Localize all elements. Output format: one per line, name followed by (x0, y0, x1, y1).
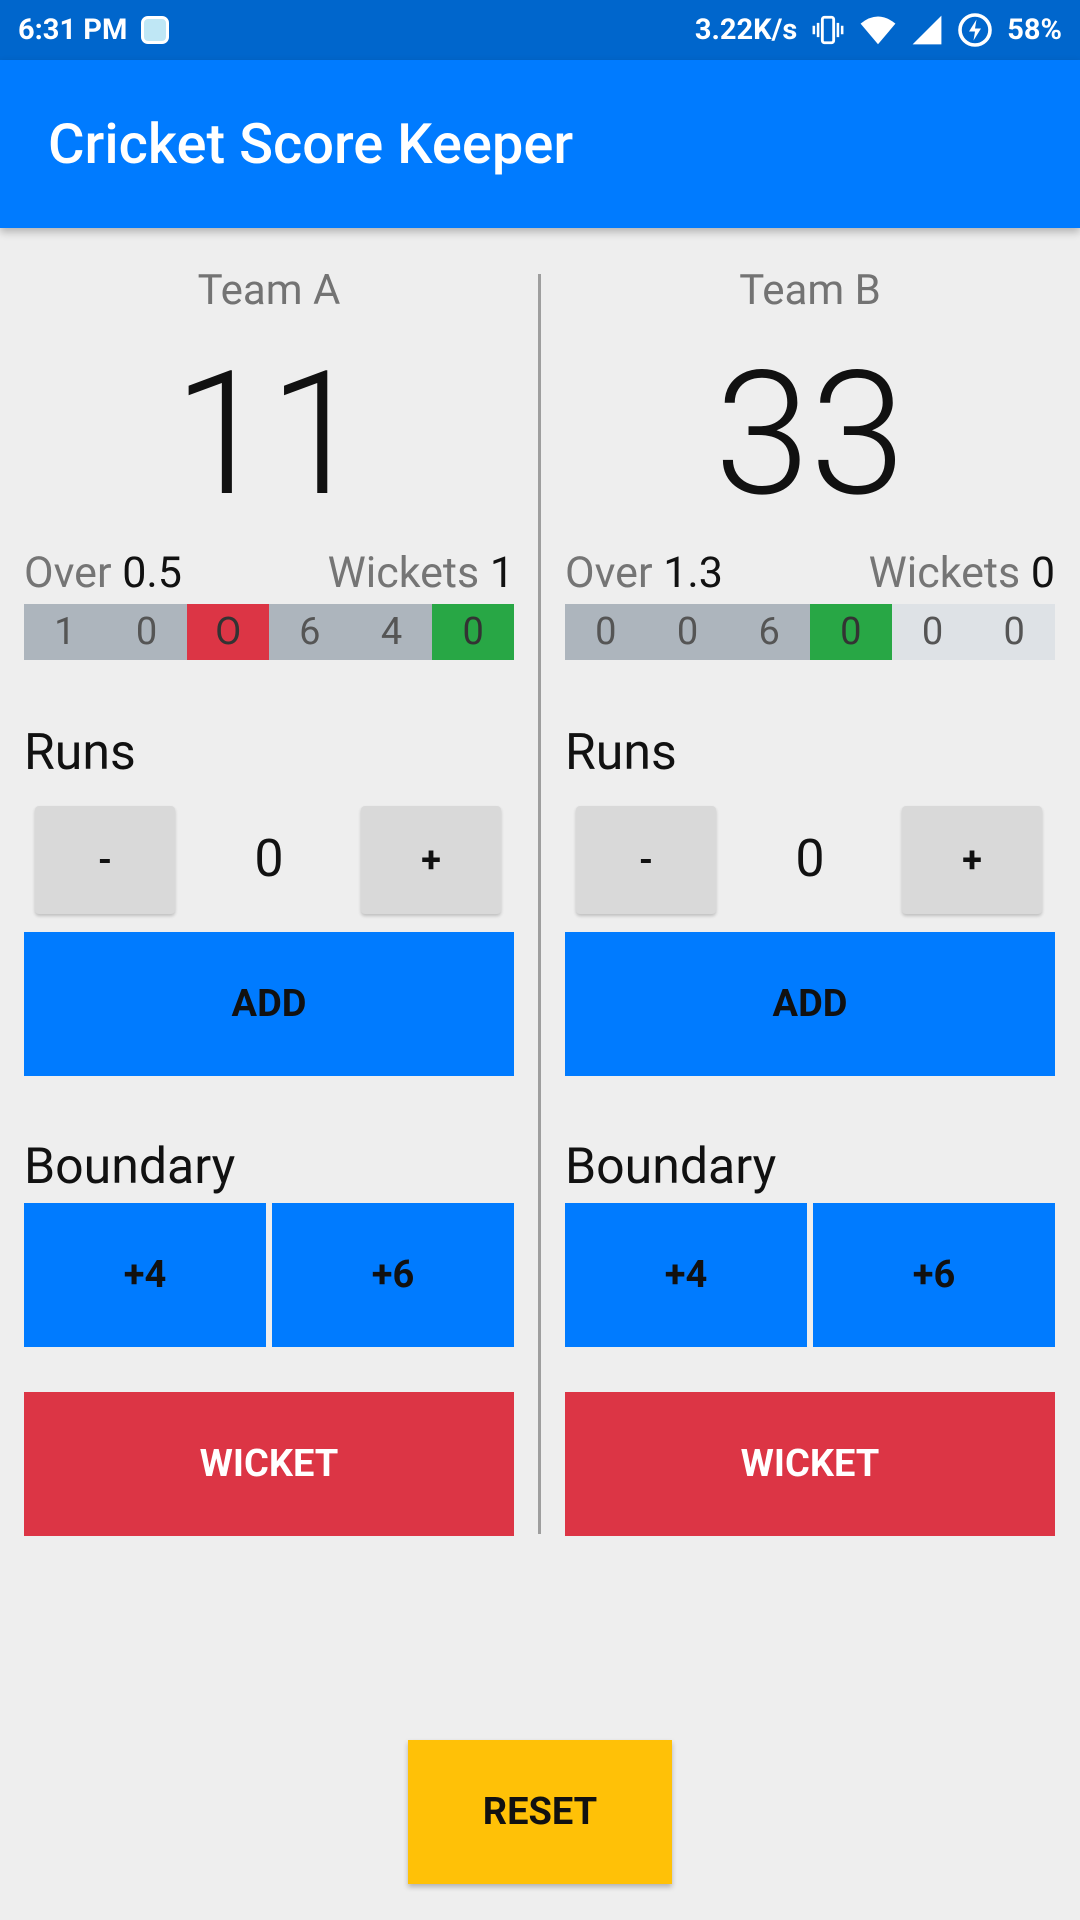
ball-history: 10O640 (24, 604, 515, 660)
team-divider (538, 274, 541, 1534)
runs-increment-button[interactable]: + (902, 806, 1042, 914)
status-bar-right: 3.22K/s 58% (695, 12, 1062, 48)
runs-decrement-button[interactable]: - (35, 806, 175, 914)
ball-cell: 6 (269, 604, 351, 660)
signal-icon (911, 14, 943, 46)
runs-increment-button[interactable]: + (361, 806, 501, 914)
add-runs-button[interactable]: ADD (565, 932, 1055, 1076)
wickets-value: 1 (489, 548, 514, 598)
battery-percent: 58% (1007, 13, 1062, 47)
app-bar: Cricket Score Keeper (0, 60, 1080, 228)
ball-cell: O (187, 604, 270, 660)
boundary-four-button[interactable]: +4 (24, 1203, 266, 1347)
status-bar: 6:31 PM 3.22K/s 58% (0, 0, 1080, 60)
over-stat: Over 1.3 (565, 548, 723, 598)
boundary-six-button[interactable]: +6 (272, 1203, 514, 1347)
team-score: 11 (173, 333, 365, 535)
runs-value: 0 (254, 828, 284, 889)
wickets-value: 0 (1030, 548, 1055, 598)
add-runs-button[interactable]: ADD (24, 932, 514, 1076)
runs-label: Runs (24, 724, 136, 782)
ball-cell: 0 (891, 604, 974, 660)
over-label: Over (565, 548, 653, 598)
runs-label: Runs (565, 724, 677, 782)
ball-cell: 0 (810, 604, 892, 660)
vibrate-icon (811, 13, 845, 47)
ball-cell: 0 (973, 604, 1056, 660)
team-stats: Over 1.3 Wickets 0 (565, 548, 1055, 598)
app-notification-icon (141, 16, 170, 44)
over-label: Over (24, 548, 112, 598)
over-value: 1.3 (663, 548, 723, 598)
reset-button[interactable]: RESET (408, 1740, 672, 1884)
team-score: 33 (714, 333, 906, 535)
net-speed: 3.22K/s (694, 13, 798, 47)
over-stat: Over 0.5 (24, 548, 182, 598)
app-title: Cricket Score Keeper (48, 111, 574, 177)
ball-cell: 0 (565, 604, 647, 660)
boundary-six-button[interactable]: +6 (813, 1203, 1055, 1347)
wickets-label: Wickets (868, 548, 1021, 598)
wicket-button[interactable]: WICKET (24, 1392, 514, 1536)
team-name: Team A (197, 266, 341, 315)
status-bar-left: 6:31 PM (18, 13, 170, 47)
runs-decrement-button[interactable]: - (576, 806, 716, 914)
team-stats: Over 0.5 Wickets 1 (24, 548, 514, 598)
boundary-label: Boundary (24, 1138, 236, 1196)
wickets-stat: Wickets 0 (869, 548, 1055, 598)
ball-cell: 0 (646, 604, 729, 660)
ball-cell: 1 (24, 604, 106, 660)
wickets-label: Wickets (327, 548, 480, 598)
boundary-label: Boundary (565, 1138, 777, 1196)
wicket-button[interactable]: WICKET (565, 1392, 1055, 1536)
wickets-stat: Wickets 1 (328, 548, 514, 598)
ball-cell: 6 (728, 604, 811, 660)
ball-history: 006000 (565, 604, 1056, 660)
ball-cell: 0 (105, 604, 188, 660)
ball-cell: 0 (432, 604, 515, 660)
over-value: 0.5 (122, 548, 182, 598)
team-name: Team B (739, 266, 881, 315)
runs-value: 0 (795, 828, 825, 889)
boundary-four-button[interactable]: +4 (565, 1203, 807, 1347)
wifi-icon (859, 13, 897, 47)
status-time: 6:31 PM (18, 13, 128, 47)
battery-charging-icon (957, 12, 993, 48)
ball-cell: 4 (350, 604, 433, 660)
